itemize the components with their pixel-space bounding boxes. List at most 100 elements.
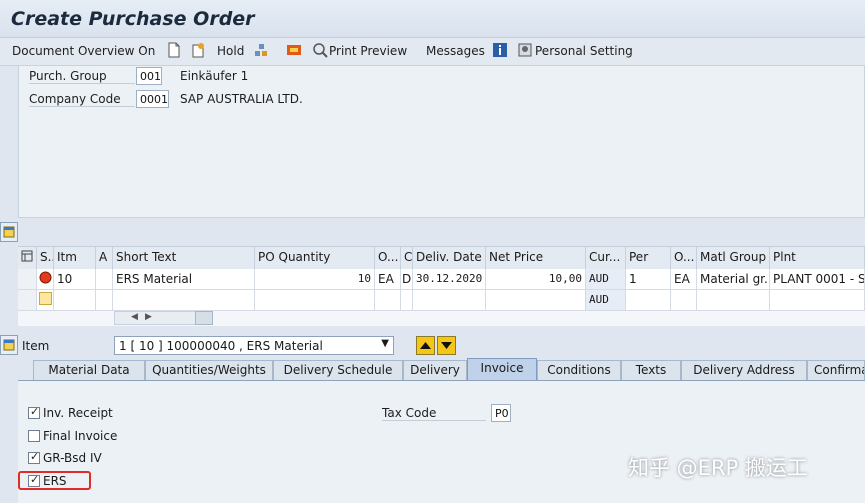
chevron-down-icon: ▼ (381, 338, 389, 349)
column-header-matl-group[interactable]: Matl Group (697, 247, 770, 269)
column-header-item[interactable]: Itm (54, 247, 96, 269)
scroll-thumb[interactable] (195, 311, 213, 325)
cell-order-unit[interactable]: EA (375, 269, 401, 290)
new-document-icon[interactable] (166, 42, 182, 58)
cell-net-price[interactable]: 10,00 (486, 269, 586, 290)
open-document-icon[interactable] (190, 42, 206, 58)
expand-header-button[interactable] (0, 222, 18, 242)
tab-texts[interactable]: Texts (621, 360, 681, 380)
personalize-icon[interactable] (286, 42, 302, 58)
cell-currency[interactable]: AUD (586, 290, 626, 311)
arrow-up-icon (420, 342, 431, 349)
scroll-right-icon[interactable]: ▶ (145, 312, 152, 322)
row-selector[interactable] (18, 269, 37, 290)
cell-item[interactable]: 10 (54, 269, 96, 290)
messages-button[interactable]: Messages (426, 44, 485, 58)
cell-order-price-unit[interactable] (671, 290, 697, 311)
tab-material-data[interactable]: Material Data (33, 360, 145, 380)
org-structure-icon[interactable] (253, 42, 269, 58)
inv-receipt-checkbox[interactable]: Inv. Receipt (28, 405, 113, 420)
column-header-plant[interactable]: Plnt (770, 247, 865, 269)
checkbox-unchecked-icon (28, 430, 40, 442)
column-header-status[interactable]: S.. (37, 247, 54, 269)
final-invoice-label: Final Invoice (43, 429, 118, 443)
column-header-po-quantity[interactable]: PO Quantity (255, 247, 375, 269)
scroll-left-icon[interactable]: ◀ (131, 312, 138, 322)
purch-group-input[interactable]: 001 (136, 67, 162, 85)
column-header-deliv-date[interactable]: Deliv. Date (413, 247, 486, 269)
cell-order-price-unit[interactable]: EA (671, 269, 697, 290)
cell-per[interactable] (626, 290, 671, 311)
invoice-tab-panel: Inv. Receipt Final Invoice GR-Bsd IV ERS… (18, 380, 865, 503)
column-header-category[interactable]: C (401, 247, 413, 269)
ers-highlight-box (18, 471, 91, 490)
cell-acct-assignment[interactable] (96, 269, 113, 290)
company-code-description: SAP AUSTRALIA LTD. (180, 92, 303, 106)
cell-short-text[interactable]: ERS Material (113, 269, 255, 290)
cell-po-quantity[interactable] (255, 290, 375, 311)
title-bar: Create Purchase Order (0, 0, 865, 38)
company-code-label: Company Code (29, 92, 135, 107)
column-header-acct-assignment[interactable]: A (96, 247, 113, 269)
final-invoice-checkbox[interactable]: Final Invoice (28, 429, 117, 443)
personal-setting-icon[interactable] (517, 42, 533, 58)
item-dropdown-value: 1 [ 10 ] 100000040 , ERS Material (119, 339, 323, 353)
tab-delivery-address[interactable]: Delivery Address (681, 360, 807, 380)
item-detail-tabs: Material Data Quantities/Weights Deliver… (18, 358, 865, 380)
row-selector[interactable] (18, 290, 37, 311)
cell-po-quantity[interactable]: 10 (255, 269, 375, 290)
cell-deliv-date[interactable] (413, 290, 486, 311)
gr-bsd-iv-label: GR-Bsd IV (43, 451, 102, 465)
page-title: Create Purchase Order (11, 8, 255, 30)
column-header-order-unit[interactable]: O... (375, 247, 401, 269)
tab-conditions[interactable]: Conditions (537, 360, 621, 380)
hold-button[interactable]: Hold (217, 44, 244, 58)
item-dropdown[interactable]: 1 [ 10 ] 100000040 , ERS Material ▼ (114, 336, 394, 355)
purch-group-description: Einkäufer 1 (180, 69, 249, 83)
column-header-order-price-unit[interactable]: O... (671, 247, 697, 269)
cell-deliv-date[interactable]: 30.12.2020 (413, 269, 486, 290)
arrow-down-icon (441, 342, 452, 349)
cell-short-text[interactable] (113, 290, 255, 311)
cell-category[interactable]: D (401, 269, 413, 290)
cell-order-unit[interactable] (375, 290, 401, 311)
cell-matl-group[interactable]: Material gr... (697, 269, 770, 290)
cell-net-price[interactable] (486, 290, 586, 311)
cell-plant[interactable]: PLANT 0001 - Sy (770, 269, 865, 290)
print-preview-button[interactable]: Print Preview (329, 44, 407, 58)
tab-delivery[interactable]: Delivery (403, 360, 467, 380)
cell-plant[interactable] (770, 290, 865, 311)
info-icon[interactable] (492, 42, 508, 58)
column-header-currency[interactable]: Cur... (586, 247, 626, 269)
tab-confirmations[interactable]: Confirma (807, 360, 865, 380)
purch-group-label: Purch. Group (29, 69, 135, 84)
empty-status-icon (37, 290, 54, 311)
tax-code-input[interactable]: P0 (491, 404, 511, 422)
item-selector-bar: Item 1 [ 10 ] 100000040 , ERS Material ▼ (0, 334, 865, 358)
header-section: Purch. Group 001 Einkäufer 1 Company Cod… (18, 66, 865, 218)
cell-acct-assignment[interactable] (96, 290, 113, 311)
document-overview-button[interactable]: Document Overview On (12, 44, 155, 58)
tab-delivery-schedule[interactable]: Delivery Schedule (273, 360, 403, 380)
application-toolbar: Document Overview On Hold Print Preview … (0, 38, 865, 66)
previous-item-button[interactable] (416, 336, 435, 355)
next-item-button[interactable] (437, 336, 456, 355)
column-header-net-price[interactable]: Net Price (486, 247, 586, 269)
table-settings-icon[interactable] (18, 247, 37, 269)
personal-setting-button[interactable]: Personal Setting (535, 44, 633, 58)
column-header-per[interactable]: Per (626, 247, 671, 269)
tab-quantities-weights[interactable]: Quantities/Weights (145, 360, 273, 380)
expand-item-button[interactable] (0, 335, 18, 355)
cell-category[interactable] (401, 290, 413, 311)
cell-per[interactable]: 1 (626, 269, 671, 290)
expand-icon (3, 339, 15, 351)
cell-item[interactable] (54, 290, 96, 311)
gr-bsd-iv-checkbox[interactable]: GR-Bsd IV (28, 450, 102, 465)
cell-matl-group[interactable] (697, 290, 770, 311)
tab-invoice[interactable]: Invoice (467, 358, 537, 380)
column-header-short-text[interactable]: Short Text (113, 247, 255, 269)
cell-currency[interactable]: AUD (586, 269, 626, 290)
company-code-input[interactable]: 0001 (136, 90, 169, 108)
item-overview-table: S.. Itm A Short Text PO Quantity O... C … (18, 246, 865, 326)
print-preview-icon[interactable] (312, 42, 328, 58)
